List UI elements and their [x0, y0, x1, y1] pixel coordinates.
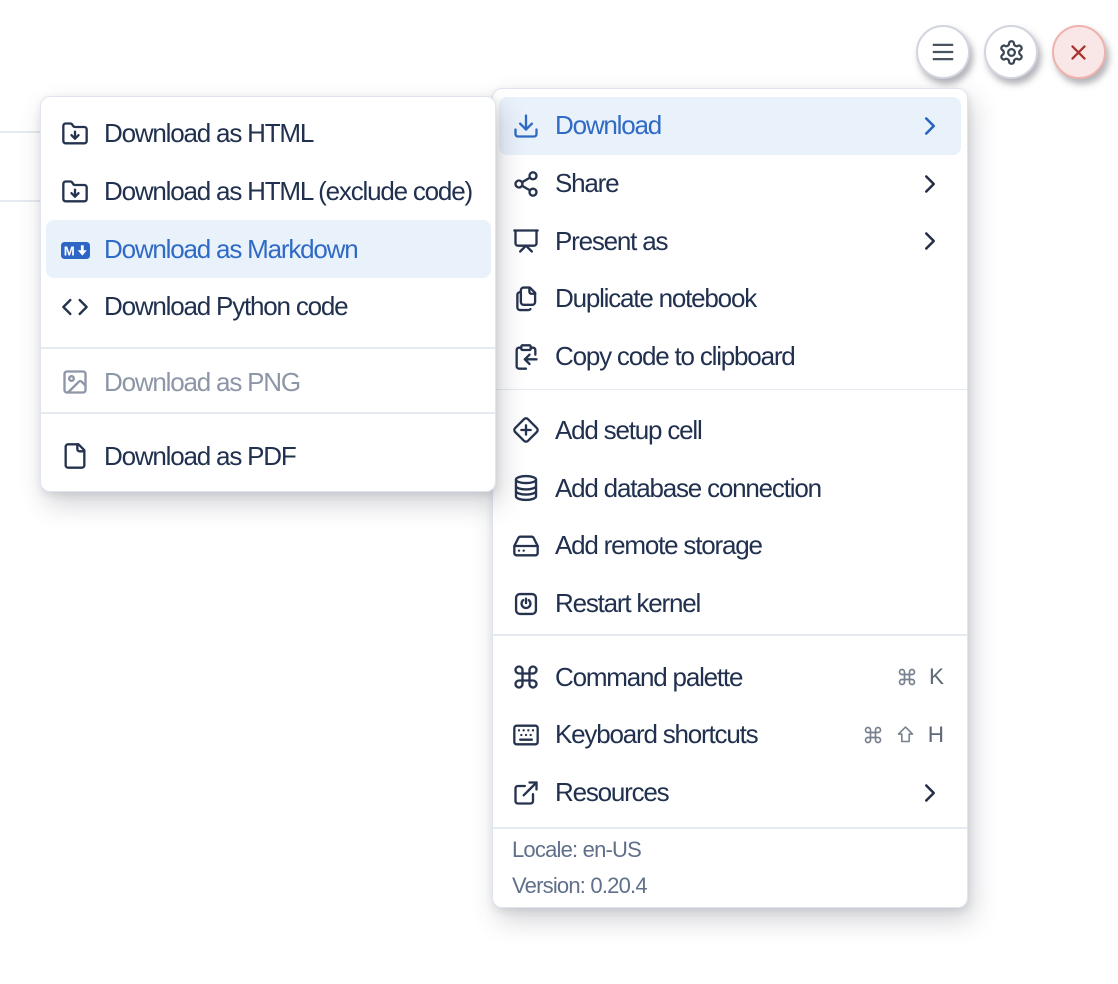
svg-text:M: M [64, 244, 75, 259]
